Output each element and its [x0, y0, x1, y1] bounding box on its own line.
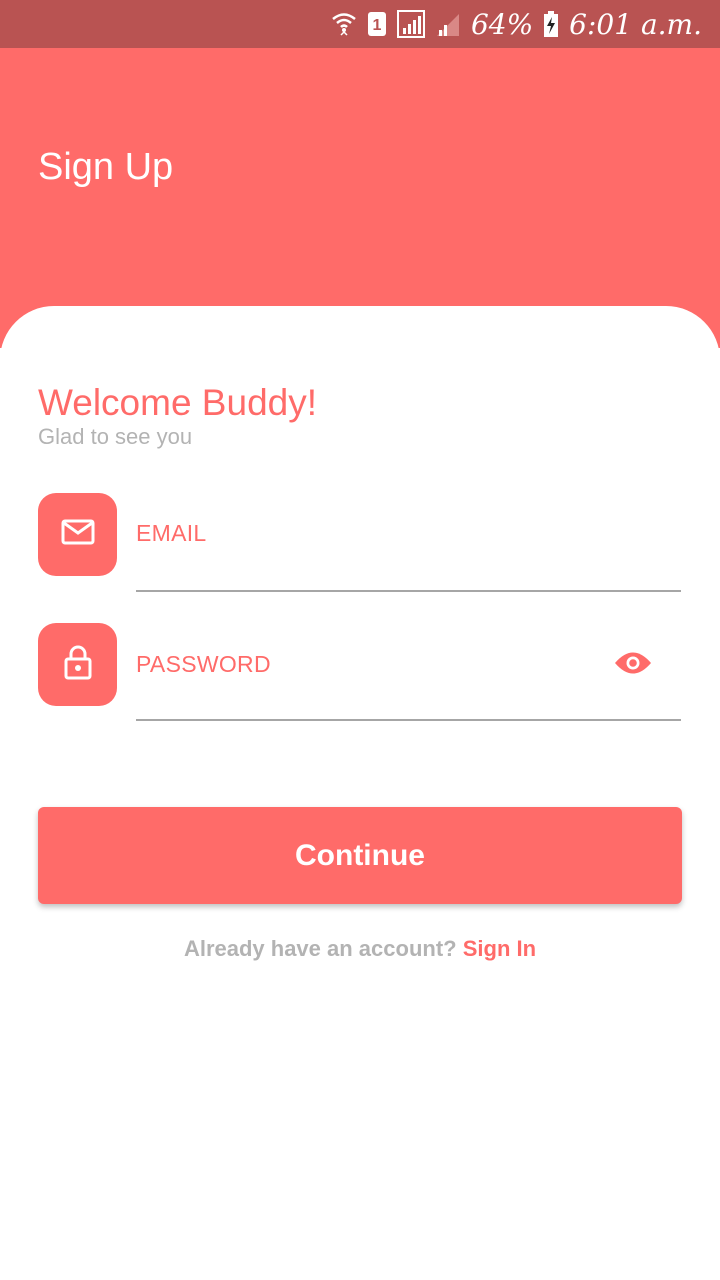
email-underline	[136, 590, 681, 592]
email-icon-box	[38, 493, 117, 576]
wifi-icon	[331, 10, 357, 38]
clock: 6:01 a.m.	[569, 7, 702, 41]
status-bar: 1 64% 6:01 a.m.	[0, 0, 720, 48]
welcome-heading: Welcome Buddy!	[38, 382, 317, 423]
signal-icon	[435, 10, 461, 38]
page-title: Sign Up	[38, 146, 174, 188]
password-icon-box	[38, 623, 117, 706]
header: Sign Up	[0, 48, 720, 348]
battery-charging-icon	[543, 10, 559, 38]
sim-icon: 1	[367, 11, 387, 37]
signin-prompt: Already have an account? Sign In	[0, 936, 720, 962]
eye-icon	[614, 650, 652, 681]
password-underline	[136, 719, 681, 721]
mail-icon	[61, 518, 95, 551]
signin-question: Already have an account?	[183, 936, 457, 961]
email-field[interactable]: EMAIL	[136, 520, 207, 547]
battery-percentage: 64%	[470, 7, 534, 41]
password-field[interactable]: PASSWORD	[136, 651, 271, 678]
show-password-toggle[interactable]	[612, 650, 654, 680]
sim-slot-number: 1	[372, 17, 381, 34]
lock-icon	[63, 644, 93, 685]
signal-icon	[396, 10, 425, 38]
continue-button[interactable]: Continue	[38, 807, 682, 904]
signup-card: Welcome Buddy! Glad to see you EMAIL PAS…	[0, 306, 720, 1280]
sign-in-link[interactable]: Sign In	[463, 936, 536, 961]
welcome-subtitle: Glad to see you	[38, 424, 193, 449]
